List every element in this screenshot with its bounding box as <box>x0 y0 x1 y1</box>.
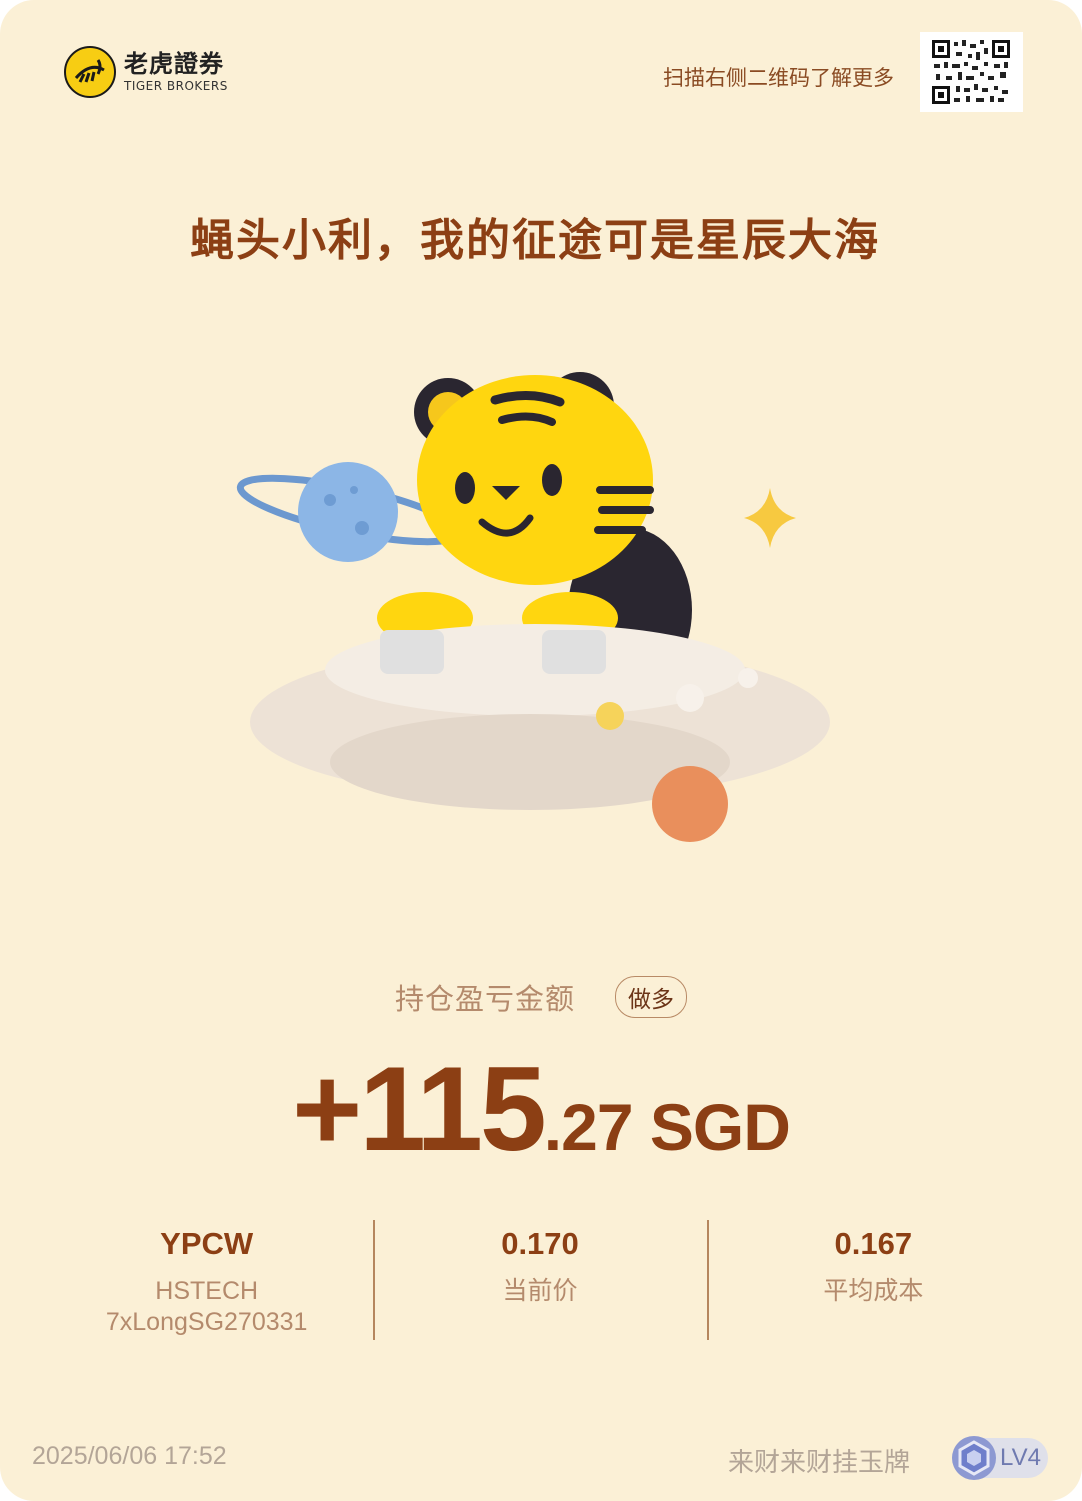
brand-name-en: TIGER BROKERS <box>124 79 228 93</box>
direction-badge: 做多 <box>615 976 687 1018</box>
stat-avg-cost: 0.167 平均成本 <box>706 1220 1040 1342</box>
qr-code[interactable] <box>920 32 1023 112</box>
avg-cost-value: 0.167 <box>834 1226 913 1261</box>
stat-symbol: YPCW HSTECH 7xLongSG270331 <box>40 1220 373 1342</box>
pnl-amount: +115.27 SGD <box>0 1040 1082 1178</box>
current-price-value: 0.170 <box>501 1226 579 1261</box>
brand: 老虎證券 TIGER BROKERS <box>64 46 228 98</box>
stat-current-price: 0.170 当前价 <box>373 1220 706 1342</box>
scan-hint: 扫描右侧二维码了解更多 <box>663 66 894 90</box>
position-stats: YPCW HSTECH 7xLongSG270331 0.170 当前价 0.1… <box>40 1220 1040 1342</box>
symbol-name-line1: HSTECH <box>155 1277 259 1305</box>
slogan: 蝇头小利，我的征途可是星辰大海 <box>190 215 880 266</box>
tiger-spaceship-illustration <box>236 372 830 842</box>
orange-planet-icon <box>652 766 728 842</box>
level-badge: LV4 <box>952 1436 1048 1480</box>
share-card: 老虎證券 TIGER BROKERS 扫描右侧二维码了解更多 蝇头小利，我的征途… <box>0 0 1082 1501</box>
tiger-logo-icon <box>64 46 116 98</box>
avg-cost-label: 平均成本 <box>823 1277 924 1305</box>
current-price-label: 当前价 <box>502 1277 578 1305</box>
sparkle-icon <box>744 488 796 548</box>
pnl-amount-decimal: .27 SGD <box>543 1090 791 1164</box>
user-title: 来财来财挂玉牌 <box>727 1448 910 1478</box>
symbol-code: YPCW <box>160 1226 254 1261</box>
level-text: LV4 <box>1000 1444 1041 1471</box>
footer-datetime: 2025/06/06 17:52 <box>32 1442 227 1470</box>
brand-name: 老虎證券 <box>124 50 224 78</box>
symbol-name-line2: 7xLongSG270331 <box>105 1308 308 1337</box>
level-gem-icon <box>952 1436 996 1480</box>
pnl-label: 持仓盈亏金额 <box>394 982 575 1016</box>
pnl-header: 持仓盈亏金额 做多 <box>0 976 1082 1018</box>
pnl-amount-integer: +115 <box>292 1042 547 1176</box>
